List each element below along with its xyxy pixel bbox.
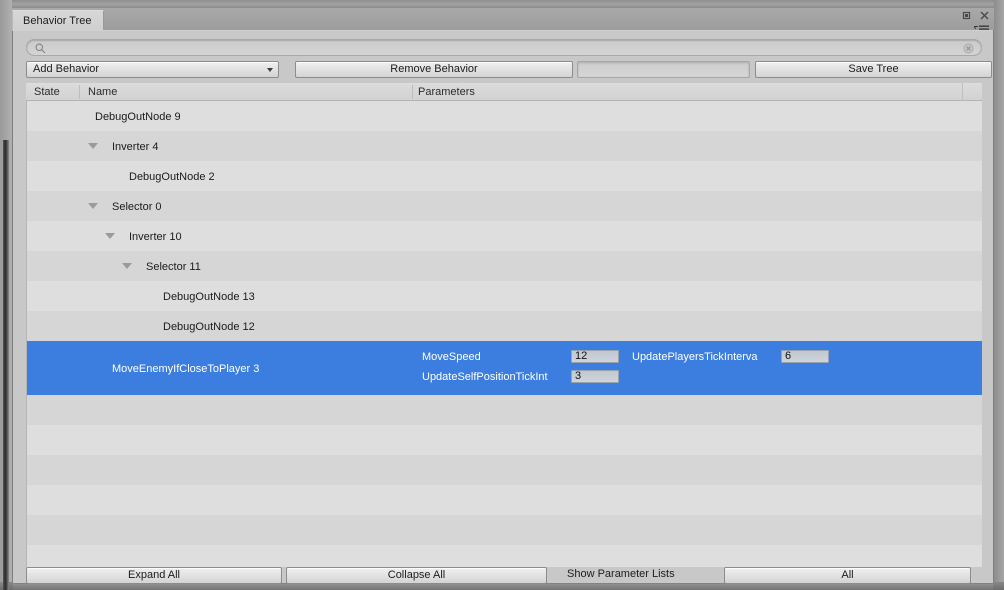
window-top-chrome	[0, 0, 1004, 8]
tree-node-label: DebugOutNode 9	[95, 111, 181, 123]
column-header: State Name Parameters	[26, 83, 982, 101]
expander-triangle-icon[interactable]	[88, 203, 98, 209]
table-row[interactable]: DebugOutNode 13	[27, 281, 982, 311]
parameter-list-filter-button[interactable]: All	[724, 567, 971, 584]
table-row-empty	[27, 395, 982, 425]
expander-triangle-icon[interactable]	[88, 143, 98, 149]
tree-node-label: Inverter 10	[129, 231, 182, 243]
tree-name-input[interactable]	[577, 61, 750, 78]
expander-triangle-icon[interactable]	[105, 233, 115, 239]
chevron-down-icon	[267, 68, 273, 72]
column-divider-state[interactable]	[79, 85, 80, 99]
expand-all-label: Expand All	[128, 569, 180, 581]
window-right-chrome	[994, 0, 1004, 590]
toolbar: Add Behavior Remove Behavior Save Tree	[26, 61, 992, 78]
save-tree-button[interactable]: Save Tree	[755, 61, 992, 78]
collapse-all-label: Collapse All	[387, 569, 446, 581]
parameter-label: UpdateSelfPositionTickInt	[422, 371, 548, 383]
vertical-scrollbar[interactable]	[3, 140, 9, 590]
horizontal-scrollbar[interactable]	[13, 584, 993, 590]
table-row-empty	[27, 515, 982, 545]
table-row[interactable]: Selector 0	[27, 191, 982, 221]
table-row[interactable]: DebugOutNode 9	[27, 101, 982, 131]
add-behavior-label: Add Behavior	[33, 63, 100, 75]
table-row[interactable]: DebugOutNode 2	[27, 161, 982, 191]
behavior-tree-window: Behavior Tree Add Behavior Remove Behavi…	[0, 0, 1004, 590]
parameter-value-input[interactable]: 3	[571, 370, 619, 383]
behavior-tree-panel: Add Behavior Remove Behavior Save Tree S…	[13, 30, 993, 584]
parameter-label: MoveSpeed	[422, 351, 481, 363]
table-row-empty	[27, 485, 982, 515]
tree-node-label: Inverter 4	[112, 141, 159, 153]
tree-node-label: DebugOutNode 12	[163, 321, 255, 333]
parameter-value-input[interactable]: 6	[781, 350, 829, 363]
table-row[interactable]: DebugOutNode 12	[27, 311, 982, 341]
parameter-list-filter-label: All	[841, 569, 854, 581]
tree-node-label: MoveEnemyIfCloseToPlayer 3	[112, 363, 260, 375]
table-row[interactable]: Inverter 10	[27, 221, 982, 251]
parameter-value-input[interactable]: 12	[571, 350, 619, 363]
expander-triangle-icon[interactable]	[122, 263, 132, 269]
show-parameter-lists-label: Show Parameter Lists	[567, 568, 675, 580]
clear-search-icon[interactable]	[963, 43, 974, 54]
search-row	[26, 39, 982, 58]
footer-toolbar: Expand All Collapse All Show Parameter L…	[26, 567, 982, 584]
column-header-state[interactable]: State	[34, 86, 60, 98]
tree-node-label: Selector 0	[112, 201, 162, 213]
save-tree-label: Save Tree	[848, 63, 899, 75]
column-divider-name[interactable]	[412, 85, 413, 99]
tab-label: Behavior Tree	[23, 15, 92, 27]
collapse-all-button[interactable]: Collapse All	[286, 567, 547, 584]
remove-behavior-button[interactable]: Remove Behavior	[295, 61, 573, 78]
column-header-parameters[interactable]: Parameters	[418, 86, 475, 98]
window-controls	[961, 10, 990, 21]
table-row-empty	[27, 545, 982, 567]
tree-node-label: Selector 11	[146, 261, 201, 273]
tree-node-label: DebugOutNode 2	[129, 171, 215, 183]
behavior-tree-list[interactable]: DebugOutNode 9 Inverter 4 DebugOutNode 2 Se…	[26, 101, 982, 567]
add-behavior-dropdown[interactable]: Add Behavior	[26, 61, 279, 78]
table-row[interactable]: Selector 11	[27, 251, 982, 281]
column-header-name[interactable]: Name	[88, 86, 117, 98]
table-row[interactable]: Inverter 4	[27, 131, 982, 161]
table-row-empty	[27, 425, 982, 455]
expand-all-button[interactable]: Expand All	[26, 567, 282, 584]
tab-bar: Behavior Tree	[12, 8, 994, 33]
node-parameters: MoveSpeed 12 UpdatePlayersTickInterva 6 Upda…	[422, 341, 977, 395]
maximize-icon[interactable]	[961, 10, 972, 21]
search-box[interactable]	[26, 39, 982, 58]
search-input[interactable]	[51, 41, 955, 58]
close-icon[interactable]	[979, 10, 990, 21]
parameter-label: UpdatePlayersTickInterva	[632, 351, 758, 363]
table-row[interactable]: MoveEnemyIfCloseToPlayer 3 MoveSpeed 12 Upd…	[27, 341, 982, 395]
tree-node-label: DebugOutNode 13	[163, 291, 255, 303]
search-icon	[35, 43, 46, 54]
remove-behavior-label: Remove Behavior	[390, 63, 478, 75]
table-row-empty	[27, 455, 982, 485]
tab-behavior-tree[interactable]: Behavior Tree	[12, 10, 105, 31]
